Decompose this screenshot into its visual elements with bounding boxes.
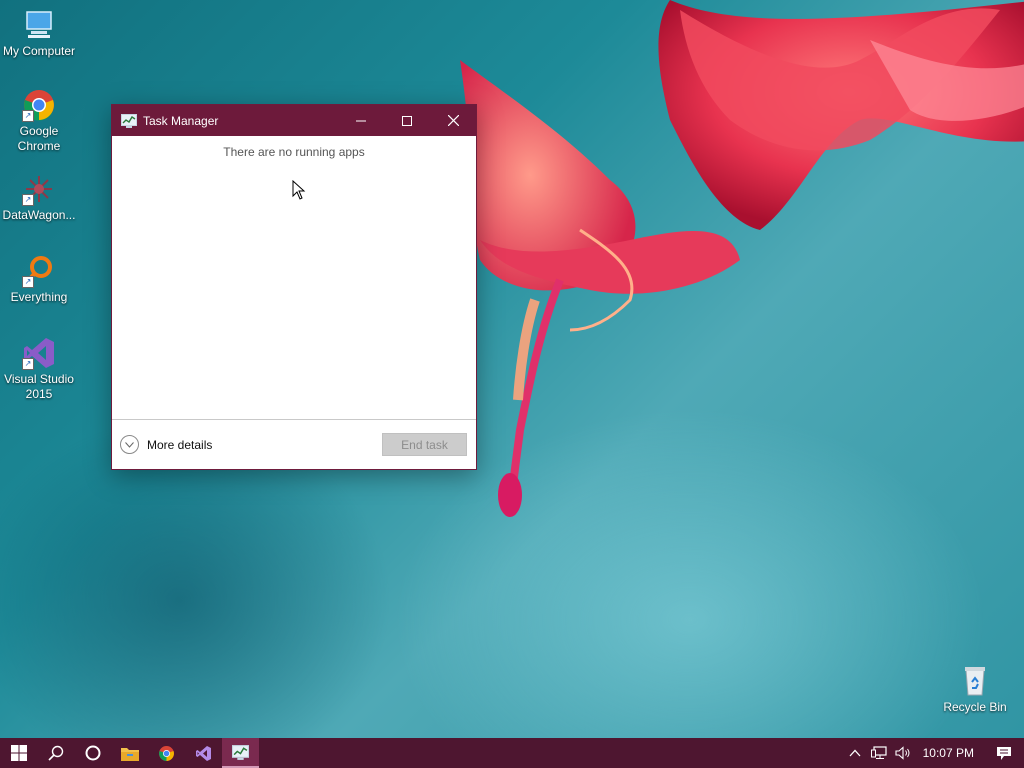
taskbar-file-explorer[interactable] xyxy=(111,738,148,768)
search-icon xyxy=(47,745,63,761)
desktop-icon-label: My Computer xyxy=(2,44,76,58)
shortcut-arrow-icon: ↗ xyxy=(22,276,34,288)
close-button[interactable] xyxy=(430,105,476,136)
desktop-icon-my-computer[interactable]: My Computer xyxy=(0,8,78,59)
task-manager-icon xyxy=(232,744,249,760)
chevron-down-icon xyxy=(120,435,139,454)
computer-icon xyxy=(22,8,56,42)
desktop-icon-label: Google Chrome xyxy=(17,124,61,153)
visual-studio-icon xyxy=(196,745,211,761)
chevron-up-icon xyxy=(849,749,861,757)
search-button[interactable] xyxy=(37,738,74,768)
task-manager-window: Task Manager There are no running apps M… xyxy=(111,104,477,470)
file-explorer-icon xyxy=(120,747,139,761)
maximize-icon xyxy=(402,115,412,126)
chrome-icon: ↗ xyxy=(22,88,56,122)
speaker-icon xyxy=(895,746,910,760)
minimize-icon xyxy=(356,120,366,121)
everything-search-icon: ↗ xyxy=(22,254,56,288)
close-icon xyxy=(447,115,459,126)
desktop-icon-everything[interactable]: ↗ Everything xyxy=(0,254,78,305)
minimize-button[interactable] xyxy=(338,105,384,136)
more-details-label: More details xyxy=(147,437,213,452)
maximize-button[interactable] xyxy=(384,105,430,136)
show-hidden-icons-button[interactable] xyxy=(843,738,867,768)
action-center-button[interactable] xyxy=(984,738,1024,768)
app-list-area[interactable]: There are no running apps xyxy=(112,136,476,419)
start-button[interactable] xyxy=(0,738,37,768)
desktop-icon-label: Visual Studio 2015 xyxy=(4,372,74,401)
shortcut-arrow-icon: ↗ xyxy=(22,194,34,206)
title-bar[interactable]: Task Manager xyxy=(112,105,476,136)
mouse-cursor-icon xyxy=(292,180,306,200)
taskbar-chrome[interactable] xyxy=(148,738,185,768)
desktop-icon-visual-studio[interactable]: ↗ Visual Studio 2015 xyxy=(0,336,78,402)
shortcut-arrow-icon: ↗ xyxy=(22,110,34,122)
desktop-icon-label: DataWagon... xyxy=(2,208,76,222)
volume-button[interactable] xyxy=(891,738,915,768)
end-task-button[interactable]: End task xyxy=(382,433,467,456)
taskbar-visual-studio[interactable] xyxy=(185,738,222,768)
datawagon-icon: ↗ xyxy=(22,172,56,206)
taskbar: 10:07 PM xyxy=(0,738,1024,768)
shortcut-arrow-icon: ↗ xyxy=(22,358,34,370)
window-footer: More details End task xyxy=(112,419,476,469)
wallpaper-flower xyxy=(460,0,1024,517)
system-tray: 10:07 PM xyxy=(843,738,1024,768)
visual-studio-icon: ↗ xyxy=(22,336,56,370)
task-manager-icon xyxy=(121,113,137,128)
chrome-icon xyxy=(159,745,174,761)
more-details-button[interactable]: More details xyxy=(120,435,212,454)
clock[interactable]: 10:07 PM xyxy=(915,746,984,760)
window-title: Task Manager xyxy=(143,113,219,128)
notification-icon xyxy=(997,746,1011,760)
cortana-icon xyxy=(85,745,100,761)
desktop-icon-label: Everything xyxy=(10,290,68,304)
start-icon xyxy=(10,745,27,761)
recycle-bin-icon xyxy=(958,664,992,698)
empty-state-message: There are no running apps xyxy=(223,145,365,159)
network-button[interactable] xyxy=(867,738,891,768)
network-icon xyxy=(870,746,887,759)
desktop-icon-google-chrome[interactable]: ↗ Google Chrome xyxy=(0,88,78,154)
desktop-icon-label: Recycle Bin xyxy=(943,700,1007,714)
cortana-button[interactable] xyxy=(74,738,111,768)
taskbar-task-manager[interactable] xyxy=(222,738,259,768)
desktop-icon-datawagon[interactable]: ↗ DataWagon... xyxy=(0,172,78,223)
desktop-icon-recycle-bin[interactable]: Recycle Bin xyxy=(936,664,1014,715)
